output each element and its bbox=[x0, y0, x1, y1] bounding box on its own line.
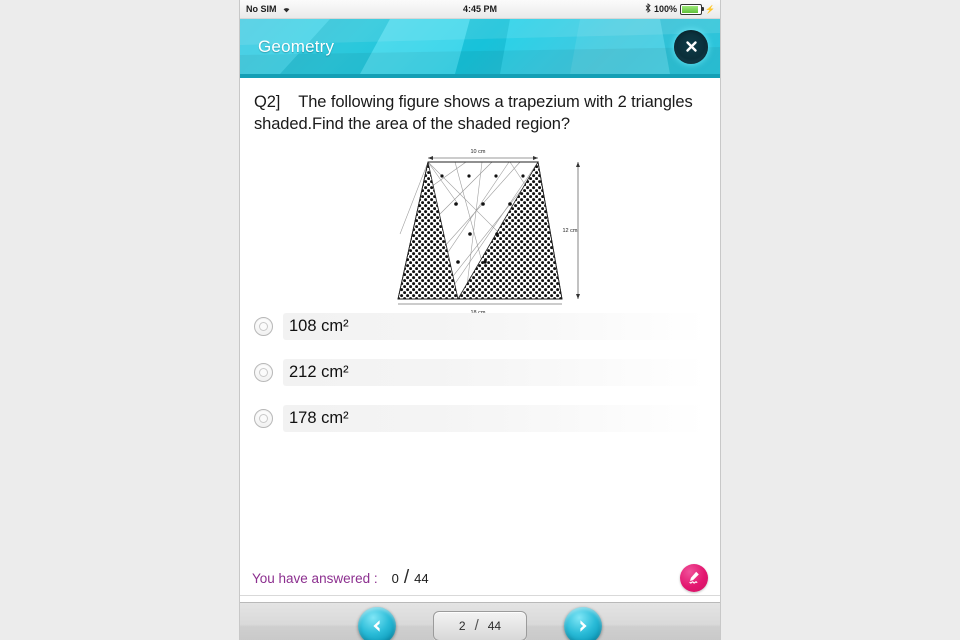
page-separator: / bbox=[474, 617, 479, 634]
question-body: The following figure shows a trapezium w… bbox=[254, 93, 693, 133]
answered-current: 0 bbox=[391, 571, 399, 586]
battery-percent-label: 100% bbox=[654, 4, 678, 14]
charging-icon: ⚡ bbox=[705, 4, 715, 14]
page-current: 2 bbox=[458, 618, 466, 633]
page-indicator[interactable]: 2 / 44 bbox=[433, 610, 527, 640]
question-content: Q2] The following figure shows a trapezi… bbox=[240, 92, 720, 602]
previous-question-button[interactable] bbox=[358, 606, 396, 640]
answered-separator: / bbox=[403, 567, 410, 588]
status-bar-right: 100% ⚡ bbox=[645, 0, 715, 18]
bottom-navigation-bar: 2 / 44 bbox=[240, 602, 720, 640]
chevron-left-icon bbox=[373, 619, 380, 632]
pen-scribble-icon bbox=[689, 571, 699, 584]
device-screen: No SIM 4:45 PM 100% ⚡ Geometry Q2] The f… bbox=[240, 0, 720, 640]
answered-label: You have answered : bbox=[252, 570, 378, 586]
close-button[interactable] bbox=[674, 29, 708, 64]
answered-count: 0 / 44 bbox=[392, 567, 429, 589]
page-total: 44 bbox=[487, 618, 502, 633]
app-header: Geometry bbox=[240, 19, 720, 78]
answer-options: 108 cm² 212 cm² 178 cm² bbox=[240, 312, 720, 450]
clock-label: 4:45 PM bbox=[462, 4, 497, 14]
question-text-block: Q2] The following figure shows a trapezi… bbox=[254, 92, 706, 136]
radio-button-icon[interactable] bbox=[254, 316, 273, 336]
draw-tool-button[interactable] bbox=[680, 564, 708, 592]
answer-option-label[interactable]: 108 cm² bbox=[283, 312, 706, 340]
trapezium-diagram: 10 cm 12 cm 18 cm bbox=[397, 149, 580, 316]
question-figure: 10 cm 12 cm 18 cm bbox=[240, 144, 720, 319]
chevron-right-icon bbox=[580, 619, 587, 632]
answer-option-label[interactable]: 178 cm² bbox=[283, 404, 706, 432]
answered-total: 44 bbox=[414, 571, 429, 586]
bluetooth-icon bbox=[645, 2, 651, 16]
battery-icon bbox=[680, 3, 705, 15]
page-title: Geometry bbox=[258, 36, 335, 56]
figure-top-label: 10 cm bbox=[471, 149, 486, 155]
screenshot-root: No SIM 4:45 PM 100% ⚡ Geometry Q2] The f… bbox=[0, 0, 960, 640]
answer-option-1[interactable]: 212 cm² bbox=[254, 358, 706, 386]
status-bar: No SIM 4:45 PM 100% ⚡ bbox=[240, 0, 720, 19]
radio-button-icon[interactable] bbox=[254, 362, 273, 382]
next-question-button[interactable] bbox=[564, 606, 602, 640]
answer-option-0[interactable]: 108 cm² bbox=[254, 312, 706, 340]
question-number: Q2] bbox=[254, 93, 281, 111]
answer-option-2[interactable]: 178 cm² bbox=[254, 404, 706, 432]
radio-button-icon[interactable] bbox=[254, 408, 273, 428]
figure-right-label: 12 cm bbox=[563, 228, 578, 234]
answered-status-bar: You have answered : 0 / 44 bbox=[240, 561, 720, 596]
answer-option-label[interactable]: 212 cm² bbox=[283, 358, 706, 386]
close-icon bbox=[685, 41, 697, 52]
